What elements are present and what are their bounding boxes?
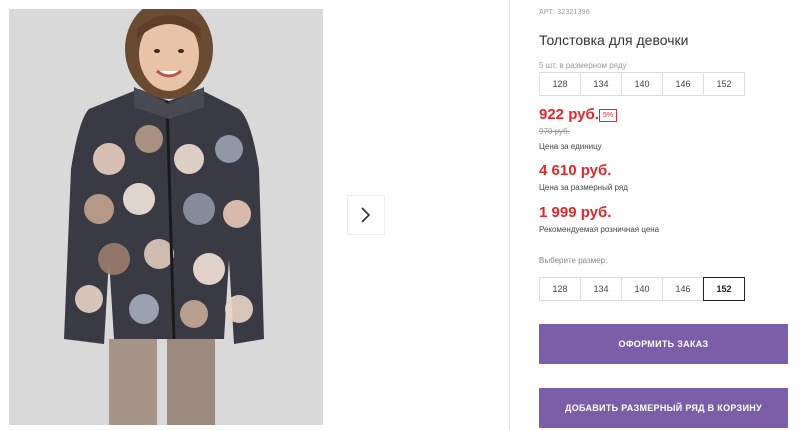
size-option-selected[interactable]: 152 xyxy=(703,277,745,301)
product-photo-image xyxy=(9,9,323,425)
old-price: 970 руб. xyxy=(539,127,570,136)
retail-price: 1 999 руб. xyxy=(539,204,612,221)
pack-sizes: 128 134 140 146 152 xyxy=(539,72,745,96)
pack-size-cell: 140 xyxy=(621,72,663,96)
add-pack-to-cart-button[interactable]: ДОБАВИТЬ РАЗМЕРНЫЙ РЯД В КОРЗИНУ xyxy=(539,388,788,428)
pack-size-cell: 134 xyxy=(580,72,622,96)
pack-size-label: 5 шт. в размерном ряду xyxy=(539,61,627,70)
product-photo xyxy=(9,9,323,425)
order-button[interactable]: ОФОРМИТЬ ЗАКАЗ xyxy=(539,324,788,364)
article-number: АРТ: 32321396 xyxy=(539,9,590,16)
product-title: Толстовка для девочки xyxy=(539,32,689,48)
choose-size-label: Выберите размер: xyxy=(539,256,608,265)
size-option[interactable]: 128 xyxy=(539,277,581,301)
pack-size-cell: 152 xyxy=(703,72,745,96)
unit-price: 922 руб. xyxy=(539,106,599,123)
discount-badge: 5% xyxy=(599,109,618,122)
size-option[interactable]: 140 xyxy=(621,277,663,301)
retail-price-label: Рекомендуемая розничная цена xyxy=(539,225,660,234)
size-option[interactable]: 134 xyxy=(580,277,622,301)
product-gallery xyxy=(0,0,510,430)
pack-size-cell: 146 xyxy=(662,72,704,96)
pack-size-cell: 128 xyxy=(539,72,581,96)
pack-price: 4 610 руб. xyxy=(539,162,612,179)
unit-price-label: Цена за единицу xyxy=(539,142,602,151)
chevron-right-icon xyxy=(361,207,371,223)
size-option[interactable]: 146 xyxy=(662,277,704,301)
pack-price-label: Цена за размерный ряд xyxy=(539,183,628,192)
gallery-next-button[interactable] xyxy=(347,195,385,235)
product-info-panel: АРТ: 32321396 Толстовка для девочки 5 шт… xyxy=(539,0,800,430)
size-selector: 128 134 140 146 152 xyxy=(539,277,745,301)
